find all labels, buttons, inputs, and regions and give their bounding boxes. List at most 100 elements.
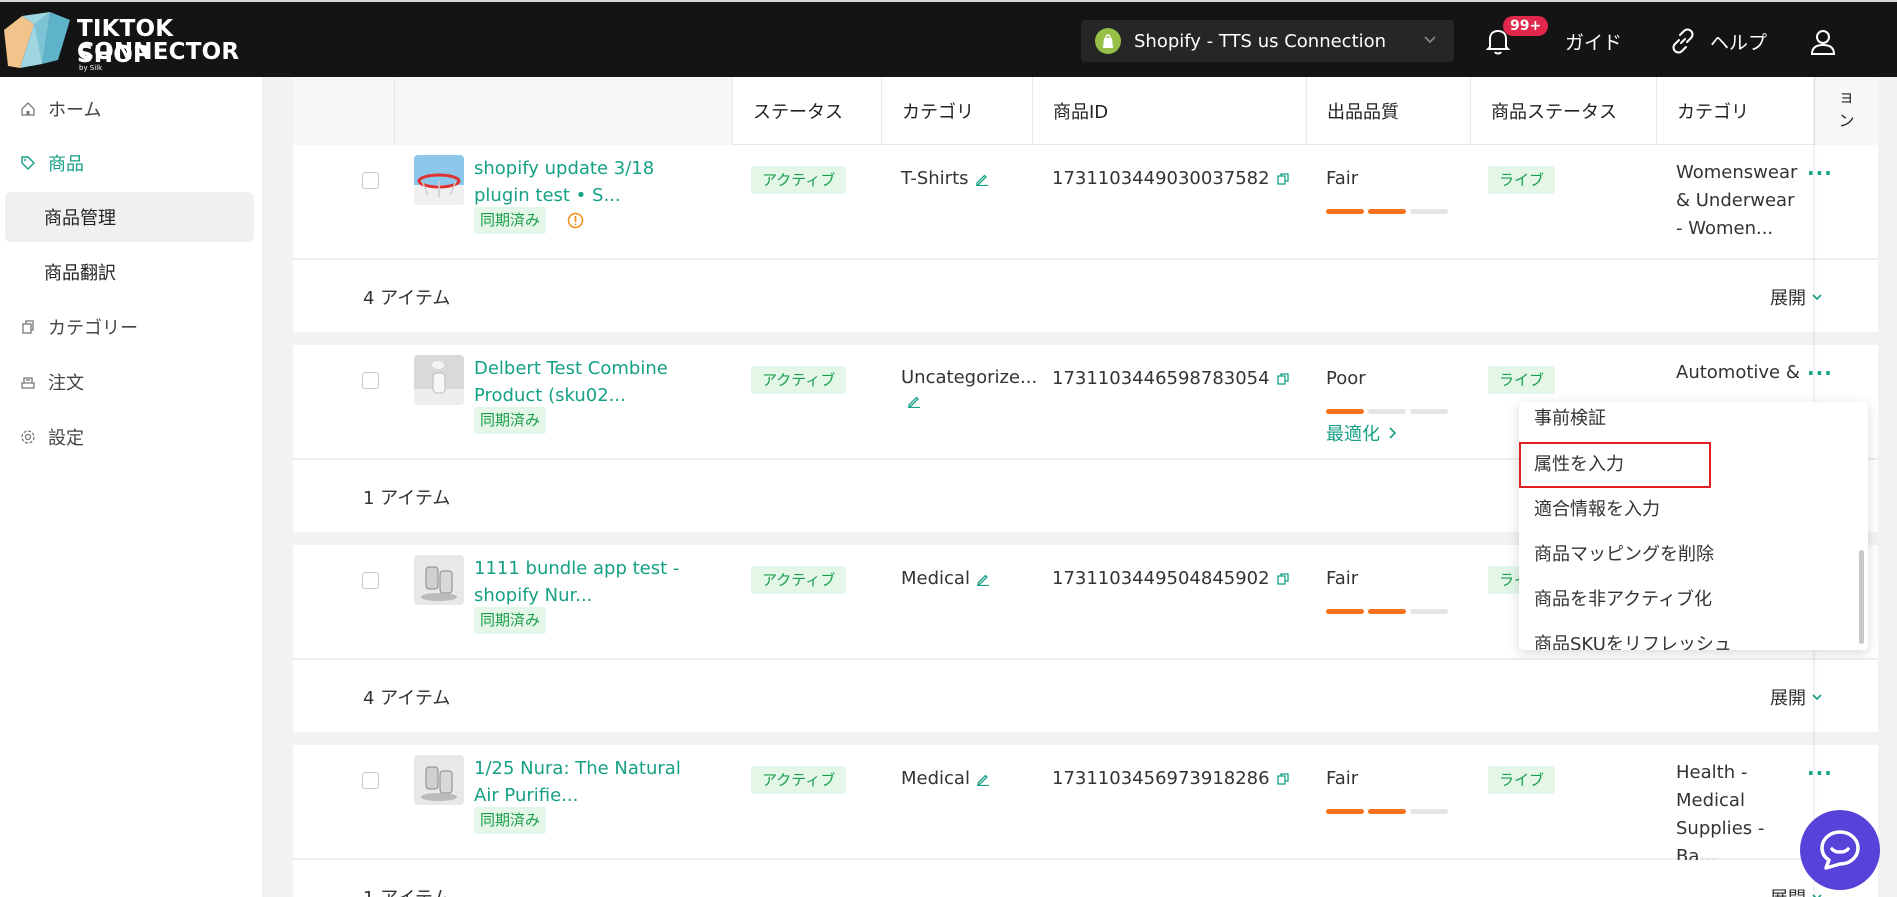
sync-status-tag: 同期済み xyxy=(474,807,547,834)
item-count: 4 アイテム xyxy=(363,688,451,709)
optimize-label: 最適化 xyxy=(1326,424,1380,445)
product-thumbnail xyxy=(414,355,464,405)
column-header-status[interactable]: ステータス xyxy=(733,77,881,145)
product-title-link[interactable]: shopify update 3/18 plugin test • S... xyxy=(474,155,704,209)
sidebar-item-product-translation[interactable]: 商品翻訳 xyxy=(5,247,254,297)
sidebar-item-label: ホーム xyxy=(48,100,102,121)
product-status-tag: ライブ xyxy=(1488,166,1556,194)
product-status-tag: ライブ xyxy=(1488,766,1556,794)
menu-item-enter-attributes[interactable]: 属性を入力 xyxy=(1534,450,1624,476)
product-title-link[interactable]: Delbert Test Combine Product (sku02... xyxy=(474,355,704,409)
sidebar-item-settings[interactable]: 設定 xyxy=(0,413,262,461)
menu-item-pre-validation[interactable]: 事前検証 xyxy=(1534,404,1606,430)
product-thumbnail xyxy=(414,155,464,205)
menu-item-deactivate-product[interactable]: 商品を非アクティブ化 xyxy=(1534,585,1712,611)
notification-badge: 99+ xyxy=(1503,16,1549,36)
more-actions-button[interactable]: ··· xyxy=(1807,761,1833,785)
copy-icon[interactable] xyxy=(1276,572,1290,586)
help-link[interactable]: ヘルプ xyxy=(1710,28,1767,55)
product-id-text: 1731103456973918286 xyxy=(1052,768,1270,789)
quality-segment xyxy=(1326,609,1364,614)
row-checkbox[interactable] xyxy=(362,172,379,189)
summary-row: 4 アイテム 展開 xyxy=(293,260,1878,332)
quality-segment xyxy=(1368,609,1406,614)
product-thumbnail xyxy=(414,555,464,605)
table-row: shopify update 3/18 plugin test • S... 同… xyxy=(293,145,1878,259)
edit-icon[interactable] xyxy=(976,572,990,586)
status-tag: アクティブ xyxy=(751,566,847,594)
row-checkbox[interactable] xyxy=(362,372,379,389)
copy-icon[interactable] xyxy=(1276,772,1290,786)
chevron-right-icon xyxy=(1389,427,1397,439)
category-text: T-Shirts xyxy=(901,168,969,189)
edit-icon[interactable] xyxy=(975,172,989,186)
category-cell: Medical xyxy=(901,568,990,589)
operation-header-label: ョ ン xyxy=(1838,87,1855,130)
product-status-tag: ライブ xyxy=(1488,366,1556,394)
optimize-link[interactable]: 最適化 xyxy=(1326,420,1398,446)
category-cell: Uncategorize... xyxy=(901,367,1037,413)
row-checkbox[interactable] xyxy=(362,772,379,789)
menu-scrollbar[interactable] xyxy=(1859,550,1864,644)
quality-label: Fair xyxy=(1326,568,1359,589)
menu-item-delete-mapping[interactable]: 商品マッピングを削除 xyxy=(1534,540,1714,566)
sidebar-item-label: 注文 xyxy=(48,373,84,394)
quality-segment xyxy=(1410,409,1448,414)
actions-dropdown-menu: 事前検証 属性を入力 適合情報を入力 商品マッピングを削除 商品を非アクティブ化… xyxy=(1519,402,1868,650)
logo-text-line2: CONNECTOR xyxy=(77,39,240,65)
column-header-product-id[interactable]: 商品ID xyxy=(1032,77,1306,145)
quality-bar xyxy=(1326,209,1448,214)
menu-item-enter-compatibility[interactable]: 適合情報を入力 xyxy=(1534,495,1660,521)
sidebar-item-label: カテゴリー xyxy=(48,318,138,339)
menu-item-refresh-sku[interactable]: 商品SKUをリフレッシュ xyxy=(1534,630,1732,650)
more-actions-button[interactable]: ··· xyxy=(1807,161,1833,185)
expand-label: 展開 xyxy=(1770,288,1806,309)
sidebar-item-orders[interactable]: 注文 xyxy=(0,358,262,406)
copy-icon[interactable] xyxy=(1276,372,1290,386)
sidebar-item-label: 商品 xyxy=(48,154,84,175)
logo-text-line3: by Silk xyxy=(79,64,103,72)
home-icon xyxy=(20,101,40,117)
quality-bar xyxy=(1326,609,1448,614)
category-path-cell: Womenswear & Underwear - Women... xyxy=(1676,162,1798,239)
edit-icon[interactable] xyxy=(907,394,921,409)
status-tag: アクティブ xyxy=(751,166,847,194)
quality-segment xyxy=(1368,209,1406,214)
edit-icon[interactable] xyxy=(976,772,990,786)
sync-status-tag: 同期済み xyxy=(474,407,547,434)
sidebar-item-category[interactable]: カテゴリー xyxy=(0,303,262,351)
product-title-link[interactable]: 1/25 Nura: The Natural Air Purifie... xyxy=(474,755,704,809)
row-checkbox[interactable] xyxy=(362,572,379,589)
quality-label: Fair xyxy=(1326,168,1359,189)
guide-link[interactable]: ガイド xyxy=(1565,28,1622,55)
column-header-operation: ョ ン xyxy=(1814,77,1878,145)
chat-icon xyxy=(1820,830,1860,870)
info-icon[interactable] xyxy=(567,212,584,229)
sidebar-item-home[interactable]: ホーム xyxy=(0,85,262,133)
item-count: 1 アイテム xyxy=(363,488,451,509)
sidebar: ホーム 商品 商品管理 商品翻訳 カテゴリー 注文 設定 xyxy=(0,77,262,897)
more-actions-button[interactable]: ··· xyxy=(1807,361,1833,385)
status-tag: アクティブ xyxy=(751,766,847,794)
sidebar-item-products[interactable]: 商品 xyxy=(0,139,262,187)
category-text: Medical xyxy=(901,768,970,789)
chat-support-button[interactable] xyxy=(1800,810,1880,890)
category-text: Medical xyxy=(901,568,970,589)
user-icon[interactable] xyxy=(1809,28,1837,56)
product-thumbnail xyxy=(414,755,464,805)
shop-selector[interactable]: Shopify - TTS us Connection xyxy=(1081,20,1454,62)
column-header-category[interactable]: カテゴリ xyxy=(881,77,1032,145)
column-header-category-2[interactable]: カテゴリ xyxy=(1656,77,1814,145)
column-header-listing-quality[interactable]: 出品品質 xyxy=(1306,77,1470,145)
quality-label: Poor xyxy=(1326,368,1366,389)
copy-icon[interactable] xyxy=(1276,172,1290,186)
product-id-text: 1731103449030037582 xyxy=(1052,168,1270,189)
quality-segment xyxy=(1326,809,1364,814)
category-path-cell: Health - Medical Supplies - Ba... xyxy=(1676,762,1765,867)
product-title-link[interactable]: 1111 bundle app test - shopify Nur... xyxy=(474,555,704,609)
sidebar-item-product-management[interactable]: 商品管理 xyxy=(5,192,254,242)
quality-bar xyxy=(1326,409,1448,414)
app-logo[interactable]: TIKTOK SHOP CONNECTOR by Silk xyxy=(2,10,239,72)
summary-row: 1 アイテム 展開 xyxy=(293,860,1878,897)
column-header-product-status[interactable]: 商品ステータス xyxy=(1470,77,1656,145)
